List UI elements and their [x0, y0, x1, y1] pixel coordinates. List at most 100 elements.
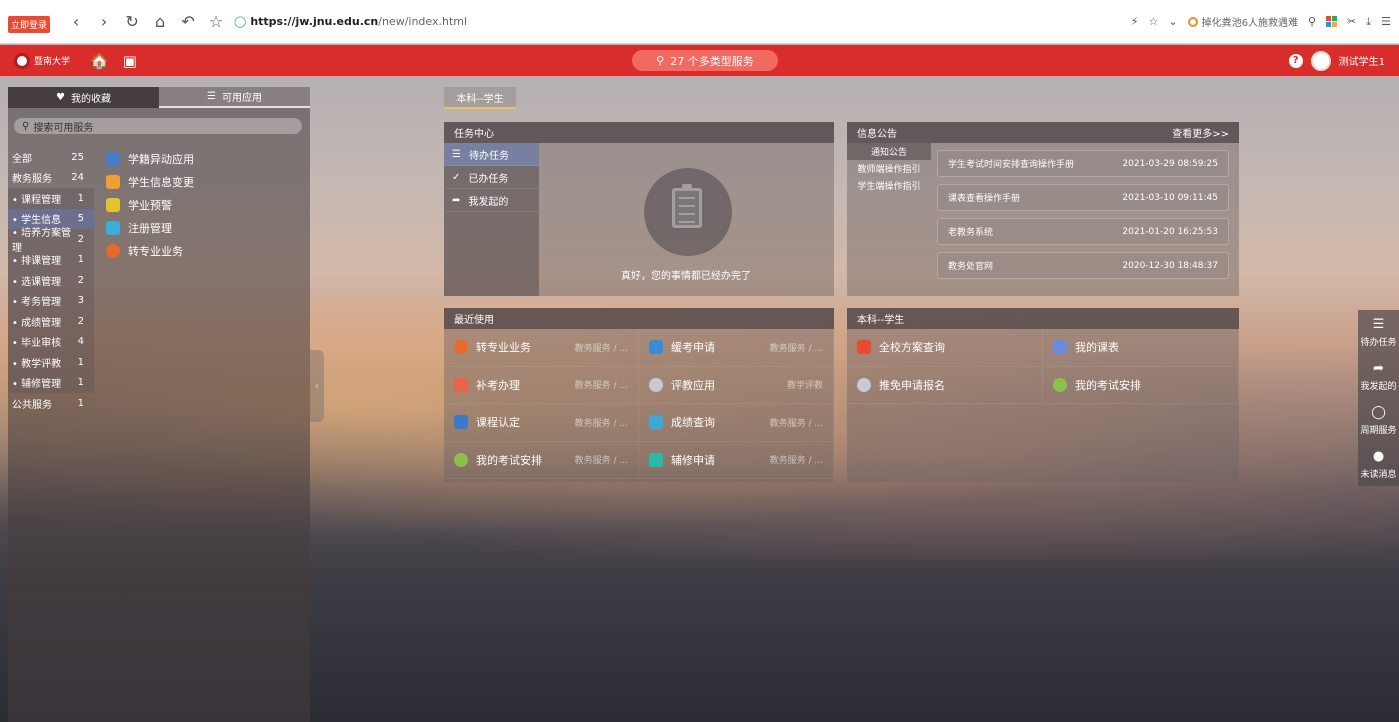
category-item[interactable]: 公共服务 1 [8, 393, 94, 414]
notice-item[interactable]: 教务处官网 2020-12-30 18:48:37 [937, 252, 1229, 279]
app-item[interactable]: 学籍异动应用 [106, 147, 194, 170]
category-item[interactable]: • 课程管理 1 [8, 188, 94, 209]
avatar[interactable] [1310, 50, 1331, 71]
role-app-item[interactable]: 推免申请报名 [847, 366, 1043, 404]
category-item[interactable]: • 培养方案管理 2 [8, 228, 94, 254]
app-item[interactable]: 学生信息变更 [106, 170, 194, 193]
recent-item[interactable]: 成绩查询 教务服务 / ... [639, 404, 834, 442]
tab-label: 我的收藏 [70, 94, 111, 105]
notice-item[interactable]: 学生考试时间安排查询操作手册 2021-03-29 08:59:25 [937, 150, 1229, 177]
empty-state-text: 真好，您的事情都已经办完了 [621, 271, 751, 282]
tab-available-apps[interactable]: ☰ 可用应用 [159, 87, 310, 108]
panel-title: 本科--学生 [847, 308, 1239, 329]
category-item[interactable]: 全部 25 [8, 147, 94, 168]
category-item[interactable]: • 教学评教 1 [8, 352, 94, 373]
shield-check-icon: ◯ [1371, 404, 1386, 420]
bookmark-icon[interactable]: ☆ [1149, 15, 1159, 28]
task-tab-done[interactable]: ✓ 已办任务 [444, 166, 539, 189]
program-query-icon [857, 340, 871, 355]
role-app-item[interactable]: 全校方案查询 [847, 329, 1043, 367]
service-search-input[interactable]: ⚲ 搜索可用服务 [14, 118, 302, 134]
chevron-down-icon[interactable]: ⌄ [1168, 15, 1177, 28]
check-icon: ✓ [452, 171, 461, 183]
notice-item[interactable]: 课表查看操作手册 2021-03-10 09:11:45 [937, 184, 1229, 211]
dock-todo[interactable]: ☰ 待办任务 [1358, 310, 1399, 354]
makeup-exam-icon [454, 377, 468, 392]
collapse-sidebar-button[interactable]: ‹ [310, 350, 324, 422]
hot-search-text: 掉化粪池6人施救遇难 [1201, 18, 1298, 29]
calendar-icon [1053, 340, 1067, 355]
logo-text: 暨南大学 [34, 57, 71, 67]
dock-unread[interactable]: ● 未读消息 [1358, 442, 1399, 486]
tab-favorites[interactable]: ♥ 我的收藏 [8, 87, 159, 108]
quick-dock: ☰ 待办任务 ➦ 我发起的 ◯ 周期服务 ● 未读消息 [1358, 310, 1399, 486]
recent-item[interactable]: 缓考申请 教务服务 / ... [639, 329, 834, 367]
home-icon[interactable]: 🏠 [90, 52, 109, 70]
notice-category[interactable]: 教师端操作指引 [847, 160, 931, 177]
notice-item[interactable]: 老教务系统 2021-01-20 16:25:53 [937, 218, 1229, 245]
register-icon [106, 220, 120, 235]
hot-search-icon [1187, 16, 1198, 27]
help-icon[interactable]: ? [1288, 53, 1303, 68]
category-item[interactable]: • 选课管理 2 [8, 270, 94, 291]
scissors-icon[interactable]: ✂ [1347, 15, 1356, 28]
app-item[interactable]: 转专业业务 [106, 239, 194, 262]
role-app-item[interactable]: 我的考试安排 [1043, 366, 1239, 404]
view-more-link[interactable]: 查看更多>> [1172, 125, 1229, 140]
category-item[interactable]: • 考务管理 3 [8, 290, 94, 311]
forward-icon[interactable]: › [90, 12, 118, 31]
login-promo-button[interactable]: 立即登录 [8, 16, 51, 33]
category-item[interactable]: • 毕业审核 4 [8, 331, 94, 352]
hot-search[interactable]: 掉化粪池6人施救遇难 [1187, 14, 1298, 29]
task-tab-todo[interactable]: ☰ 待办任务 [444, 143, 539, 166]
dock-initiated[interactable]: ➦ 我发起的 [1358, 354, 1399, 398]
info-change-icon [106, 174, 120, 189]
reload-icon[interactable]: ↻ [118, 12, 146, 31]
recent-item[interactable]: 转专业业务 教务服务 / ... [444, 329, 639, 367]
recent-item[interactable]: 补考办理 教务服务 / ... [444, 366, 639, 404]
exam-schedule-icon [454, 452, 468, 467]
address-bar[interactable]: ◯ https://jw.jnu.edu.cn /new/index.html [234, 15, 467, 28]
url-path: /new/index.html [378, 15, 468, 28]
shield-icon: ◯ [234, 15, 247, 28]
recent-item[interactable]: 课程认定 教务服务 / ... [444, 404, 639, 442]
university-logo[interactable]: 暨南大学 [14, 52, 71, 69]
service-search-button[interactable]: ⚲ 27 个多类型服务 [632, 50, 778, 71]
category-item[interactable]: 教务服务 24 [8, 168, 94, 189]
role-tab[interactable]: 本科--学生 [444, 87, 516, 109]
undo-icon[interactable]: ↶ [174, 12, 202, 31]
app-header: 暨南大学 🏠 ▣ ⚲ 27 个多类型服务 ? 测试学生1 [0, 45, 1399, 76]
apps-grid-icon[interactable] [1326, 16, 1338, 27]
menu-icon[interactable]: ☰ [1381, 15, 1391, 28]
notice-category[interactable]: 学生端操作指引 [847, 177, 931, 194]
category-item[interactable]: • 辅修管理 1 [8, 372, 94, 393]
home-icon[interactable]: ⌂ [146, 12, 174, 31]
star-icon[interactable]: ☆ [202, 12, 230, 31]
service-search-label: 27 个多类型服务 [670, 54, 754, 68]
grade-query-icon [649, 415, 663, 430]
url-host: https://jw.jnu.edu.cn [250, 15, 379, 28]
lightning-icon[interactable]: ⚡ [1131, 15, 1139, 28]
recent-item[interactable]: 评教应用 教学评教 [639, 366, 834, 404]
panel-title: 信息公告 查看更多>> [847, 122, 1239, 143]
deferral-icon [649, 340, 663, 355]
desktop-icon[interactable]: ▣ [123, 52, 137, 70]
search-icon: ⚲ [22, 120, 30, 132]
recent-item[interactable]: 辅修申请 教务服务 / ... [639, 441, 834, 479]
recent-item[interactable]: 我的考试安排 教务服务 / ... [444, 441, 639, 479]
user-name[interactable]: 测试学生1 [1339, 53, 1385, 68]
search-icon[interactable]: ⚲ [1308, 15, 1316, 28]
download-icon[interactable]: ⤓ [1366, 15, 1371, 29]
notice-category[interactable]: 通知公告 [847, 143, 931, 160]
app-item[interactable]: 学业预警 [106, 193, 194, 216]
task-tab-initiated[interactable]: ➦ 我发起的 [444, 189, 539, 212]
category-item[interactable]: • 排课管理 1 [8, 249, 94, 270]
back-icon[interactable]: ‹ [62, 12, 90, 31]
dock-periodic[interactable]: ◯ 周期服务 [1358, 398, 1399, 442]
recommend-icon [857, 377, 871, 392]
panel-title: 任务中心 [444, 122, 834, 143]
category-item[interactable]: • 成绩管理 2 [8, 311, 94, 332]
role-app-item[interactable]: 我的课表 [1043, 329, 1239, 367]
send-icon: ➦ [1373, 360, 1384, 376]
app-item[interactable]: 注册管理 [106, 216, 194, 239]
